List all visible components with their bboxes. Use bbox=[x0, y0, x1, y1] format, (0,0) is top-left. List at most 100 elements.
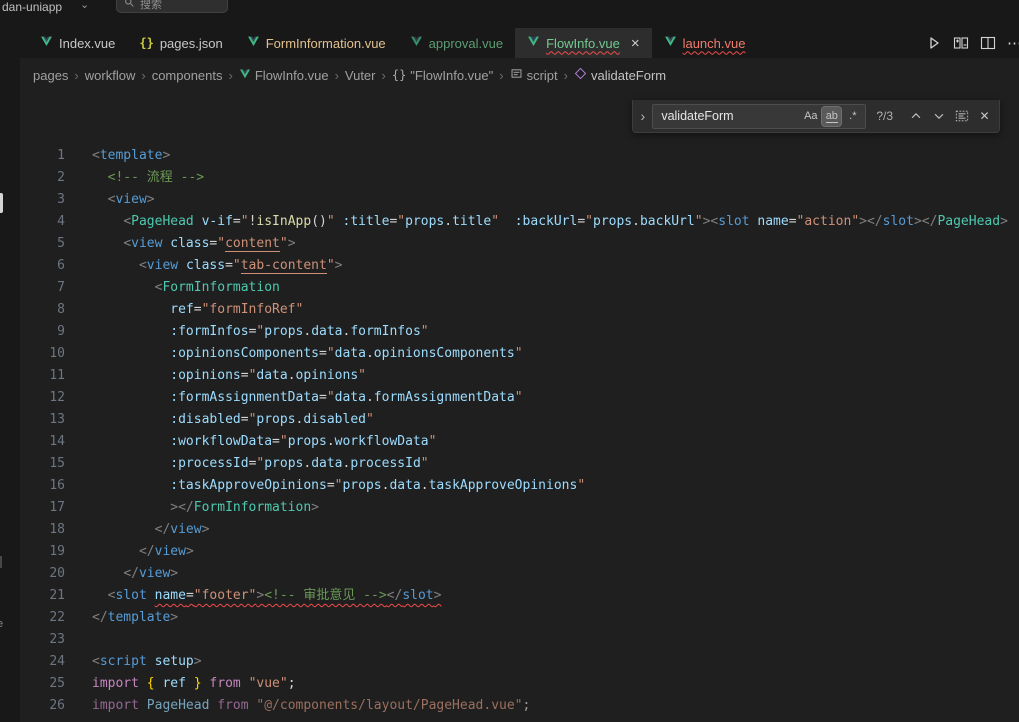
tab-flowinfo-vue[interactable]: FlowInfo.vue × bbox=[515, 28, 651, 58]
code-line-11[interactable]: 11 :opinions="data.opinions" bbox=[20, 365, 1019, 387]
code-line-15[interactable]: 15 :processId="props.data.processId" bbox=[20, 453, 1019, 475]
code-line-4[interactable]: 4 <PageHead v-if="!isInApp()" :title="pr… bbox=[20, 211, 1019, 233]
code-line-25[interactable]: 25import { ref } from "vue"; bbox=[20, 673, 1019, 695]
command-center-search[interactable]: 搜索 bbox=[116, 0, 228, 13]
find-input[interactable] bbox=[659, 108, 799, 124]
code-text: <script setup> bbox=[65, 651, 202, 673]
line-number: 24 bbox=[20, 651, 65, 673]
code-line-12[interactable]: 12 :formAssignmentData="data.formAssignm… bbox=[20, 387, 1019, 409]
tab-forminformation-vue[interactable]: FormInformation.vue bbox=[235, 28, 398, 58]
code-text: import PageHead from "@/components/layou… bbox=[65, 695, 530, 717]
tab-approval-vue[interactable]: approval.vue bbox=[398, 28, 515, 58]
code-line-21[interactable]: 21 <slot name="footer"><!-- 审批意见 --></sl… bbox=[20, 585, 1019, 607]
code-text bbox=[65, 629, 92, 651]
search-placeholder: 搜索 bbox=[140, 0, 162, 12]
line-number: 1 bbox=[20, 145, 65, 167]
run-button[interactable] bbox=[924, 33, 944, 53]
code-line-13[interactable]: 13 :disabled="props.disabled" bbox=[20, 409, 1019, 431]
code-line-17[interactable]: 17 ></FormInformation> bbox=[20, 497, 1019, 519]
line-number: 10 bbox=[20, 343, 65, 365]
vue-icon bbox=[239, 68, 251, 83]
code-text: </view> bbox=[65, 541, 194, 563]
regex-toggle[interactable]: .* bbox=[843, 107, 862, 126]
find-in-selection-icon[interactable] bbox=[951, 106, 972, 127]
code-line-19[interactable]: 19 </view> bbox=[20, 541, 1019, 563]
line-number: 14 bbox=[20, 431, 65, 453]
breadcrumb-item-script[interactable]: script bbox=[510, 67, 558, 83]
code-text: :opinionsComponents="data.opinionsCompon… bbox=[65, 343, 523, 365]
vscode-window: e dan-uniapp ⌄ 搜索 Index.vue {} pages.jso… bbox=[0, 0, 1019, 722]
code-text: <view class="content"> bbox=[65, 233, 296, 255]
match-case-toggle[interactable]: Aa bbox=[801, 107, 820, 126]
split-editor-icon[interactable] bbox=[978, 33, 998, 53]
code-line-6[interactable]: 6 <view class="tab-content"> bbox=[20, 255, 1019, 277]
close-icon[interactable]: ✕ bbox=[974, 106, 995, 127]
tab-index-vue[interactable]: Index.vue bbox=[28, 28, 127, 58]
code-line-26[interactable]: 26import PageHead from "@/components/lay… bbox=[20, 695, 1019, 717]
chevron-right-icon: › bbox=[499, 68, 503, 83]
previous-match-button[interactable] bbox=[905, 106, 926, 127]
chevron-right-icon: › bbox=[335, 68, 339, 83]
line-number: 21 bbox=[20, 585, 65, 607]
line-number: 23 bbox=[20, 629, 65, 651]
breadcrumb-item-validateform[interactable]: validateForm bbox=[574, 67, 666, 83]
whole-word-toggle[interactable]: ab bbox=[822, 107, 841, 126]
editor-pane[interactable]: 1<template>2 <!-- 流程 -->3 <view>4 <PageH… bbox=[20, 92, 1019, 722]
code-line-23[interactable]: 23 bbox=[20, 629, 1019, 651]
vue-icon bbox=[527, 35, 540, 51]
code-line-2[interactable]: 2 <!-- 流程 --> bbox=[20, 167, 1019, 189]
code-text: :opinions="data.opinions" bbox=[65, 365, 366, 387]
code-line-7[interactable]: 7 <FormInformation bbox=[20, 277, 1019, 299]
breadcrumb-item-flowinfo-file[interactable]: FlowInfo.vue bbox=[239, 68, 329, 83]
toggle-replace-icon[interactable]: › bbox=[635, 100, 650, 132]
tab-pages-json[interactable]: {} pages.json bbox=[127, 28, 234, 58]
code-text: import { ref } from "vue"; bbox=[65, 673, 296, 695]
open-changes-icon[interactable] bbox=[951, 33, 971, 53]
code-line-5[interactable]: 5 <view class="content"> bbox=[20, 233, 1019, 255]
breadcrumb-item-module[interactable]: {} "FlowInfo.vue" bbox=[392, 68, 493, 83]
code-line-16[interactable]: 16 :taskApproveOpinions="props.data.task… bbox=[20, 475, 1019, 497]
line-number: 26 bbox=[20, 695, 65, 717]
line-number: 18 bbox=[20, 519, 65, 541]
chevron-down-icon[interactable]: ⌄ bbox=[80, 0, 89, 11]
next-match-button[interactable] bbox=[928, 106, 949, 127]
code-line-20[interactable]: 20 </view> bbox=[20, 563, 1019, 585]
code-text: <!-- 流程 --> bbox=[65, 167, 204, 189]
code-line-22[interactable]: 22</template> bbox=[20, 607, 1019, 629]
vue-icon bbox=[410, 35, 423, 51]
code-line-1[interactable]: 1<template> bbox=[20, 145, 1019, 167]
line-number: 7 bbox=[20, 277, 65, 299]
breadcrumb-item-components[interactable]: components bbox=[152, 68, 223, 83]
code-text: <slot name="footer"><!-- 审批意见 --></slot> bbox=[65, 585, 441, 607]
code-text: :workflowData="props.workflowData" bbox=[65, 431, 436, 453]
more-actions-icon[interactable]: ⋯ bbox=[1005, 33, 1019, 53]
code-line-14[interactable]: 14 :workflowData="props.workflowData" bbox=[20, 431, 1019, 453]
braces-icon: {} bbox=[392, 68, 406, 82]
breadcrumb-item-pages[interactable]: pages bbox=[33, 68, 68, 83]
workspace-title[interactable]: dan-uniapp bbox=[2, 0, 62, 14]
code-line-3[interactable]: 3 <view> bbox=[20, 189, 1019, 211]
breadcrumb-item-vuter[interactable]: Vuter bbox=[345, 68, 376, 83]
code-line-18[interactable]: 18 </view> bbox=[20, 519, 1019, 541]
method-symbol-icon bbox=[574, 67, 587, 83]
tab-launch-vue[interactable]: launch.vue bbox=[652, 28, 758, 58]
find-results-count: ?/3 bbox=[876, 109, 893, 123]
code-text: <FormInformation bbox=[65, 277, 280, 299]
line-number: 16 bbox=[20, 475, 65, 497]
top-chrome: dan-uniapp ⌄ 搜索 Index.vue {} pages.json … bbox=[0, 0, 1019, 58]
vue-icon bbox=[247, 35, 260, 51]
breadcrumb: pages › workflow › components › FlowInfo… bbox=[20, 58, 1019, 92]
breadcrumb-item-workflow[interactable]: workflow bbox=[85, 68, 136, 83]
code-line-24[interactable]: 24<script setup> bbox=[20, 651, 1019, 673]
code-line-8[interactable]: 8 ref="formInfoRef" bbox=[20, 299, 1019, 321]
code-line-9[interactable]: 9 :formInfos="props.data.formInfos" bbox=[20, 321, 1019, 343]
line-number: 9 bbox=[20, 321, 65, 343]
tab-label: Index.vue bbox=[59, 36, 115, 51]
line-number: 15 bbox=[20, 453, 65, 475]
code-text: :disabled="props.disabled" bbox=[65, 409, 374, 431]
code-line-10[interactable]: 10 :opinionsComponents="data.opinionsCom… bbox=[20, 343, 1019, 365]
code-area: 1<template>2 <!-- 流程 -->3 <view>4 <PageH… bbox=[20, 92, 1019, 717]
close-icon[interactable]: × bbox=[631, 36, 640, 51]
tab-bar: Index.vue {} pages.json FormInformation.… bbox=[20, 28, 1019, 58]
chevron-right-icon: › bbox=[141, 68, 145, 83]
